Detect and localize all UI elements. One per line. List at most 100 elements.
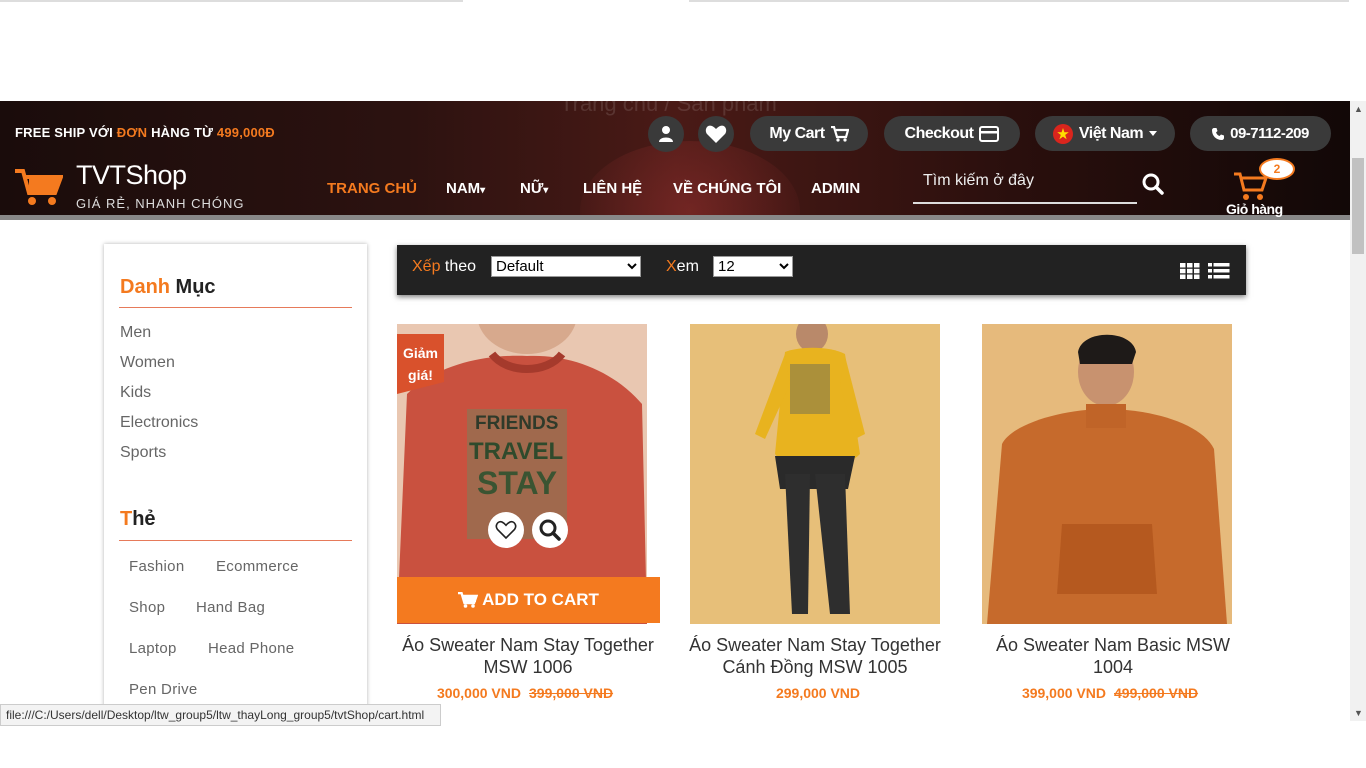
cart-icon [830,125,849,142]
add-to-cart-button[interactable]: ADD TO CART [397,577,660,623]
freeship-highlight: ĐƠN [116,125,148,140]
scroll-down-arrow-icon[interactable]: ▼ [1354,708,1363,718]
nav-contact[interactable]: LIÊN HỆ [583,180,642,197]
search-icon [1142,173,1164,195]
quick-view-button[interactable] [532,512,568,548]
language-selector[interactable]: Việt Nam [1035,116,1175,151]
category-divider [119,307,352,308]
language-label: Việt Nam [1078,124,1144,142]
category-item-men[interactable]: Men [120,324,151,342]
list-view-button[interactable] [1208,263,1230,279]
product-title-1[interactable]: Áo Sweater Nam Stay Together MSW 1006 [393,634,663,678]
wishlist-button[interactable] [698,116,734,152]
browser-status-bar: file:///C:/Users/dell/Desktop/ltw_group5… [0,704,441,726]
site-logo[interactable]: TVTShop GIÁ RẺ, NHANH CHÓNG [15,160,255,213]
tags-divider [119,540,352,541]
cart-icon [458,592,479,608]
grid-icon [1180,263,1200,279]
caret-down-icon: ▾ [543,185,549,196]
price-current: 399,000 VND [1021,685,1106,701]
cart-count-badge: 2 [1259,158,1295,180]
user-icon [659,126,673,142]
product-price-1: 300,000 VND 399,000 VND [390,685,660,701]
tag-hand-bag[interactable]: Hand Bag [196,599,265,616]
heart-icon [705,125,727,143]
nav-admin[interactable]: ADMIN [811,180,860,197]
nav-women[interactable]: NỮ▾ [520,180,548,197]
price-old: 499,000 VND [1114,685,1199,701]
phone-label: 09-7112-209 [1230,125,1309,142]
product-image-2[interactable] [690,324,940,624]
header-cart[interactable]: 2 Giỏ hàng [1226,158,1295,217]
brand-tvt: TVT [76,160,126,190]
tag-laptop[interactable]: Laptop [129,640,177,657]
credit-card-icon [979,125,1000,142]
category-item-sports[interactable]: Sports [120,444,166,462]
checkout-button[interactable]: Checkout [884,116,1020,151]
sort-label-accent: Xếp [412,258,441,275]
category-title-accent: Danh [120,276,170,298]
vertical-scrollbar[interactable]: ▲ ▼ [1350,101,1366,721]
search-icon [539,519,561,541]
product-image-3[interactable] [982,324,1232,624]
brand-shop: Shop [125,160,188,190]
grid-view-button[interactable] [1180,263,1200,279]
header-divider [0,215,1350,220]
category-title-rest: Mục [170,276,216,298]
heart-outline-icon [495,520,517,540]
nav-men-label: NAM [446,180,481,197]
show-label: Xem [666,258,699,276]
tags-title-rest: hẻ [132,508,156,530]
scroll-up-arrow-icon[interactable]: ▲ [1354,104,1363,114]
freeship-text: HÀNG TỪ [147,125,217,140]
my-cart-button[interactable]: My Cart [750,116,868,151]
category-title: Danh Mục [120,276,216,299]
product-title-3[interactable]: Áo Sweater Nam Basic MSW 1004 [978,634,1248,678]
phone-button[interactable]: 09-7112-209 [1190,116,1331,151]
nav-men[interactable]: NAM▾ [446,180,485,197]
search-button[interactable] [1140,172,1166,196]
scrollbar-thumb[interactable] [1352,158,1364,254]
sidebar: Danh Mục Men Women Kids Electronics Spor… [104,244,367,714]
brand-name: TVTShop [76,160,187,191]
tag-pen-drive[interactable]: Pen Drive [129,681,198,698]
svg-text:TRAVEL: TRAVEL [469,438,563,465]
product-price-3: 399,000 VND 499,000 VND [975,685,1245,701]
add-to-wishlist-button[interactable] [488,512,524,548]
top-divider [689,0,1349,2]
price-old: 399,000 VND [529,685,614,701]
tag-fashion[interactable]: Fashion [129,558,184,575]
header-background-photo [580,141,800,215]
top-divider [0,0,463,2]
list-icon [1208,263,1230,279]
sort-label-rest: theo [440,258,477,275]
tag-shop[interactable]: Shop [129,599,165,616]
tag-ecommerce[interactable]: Ecommerce [216,558,299,575]
tags-title-accent: T [120,508,133,530]
tag-head-phone[interactable]: Head Phone [208,640,294,657]
nav-about[interactable]: VỀ CHÚNG TÔI [673,180,781,197]
price-current: 300,000 VND [436,685,521,701]
sort-select[interactable]: Default [491,256,641,277]
add-to-cart-label: ADD TO CART [482,590,599,609]
per-page-select[interactable]: 12 [713,256,793,277]
sort-label: Xếp theo [412,258,476,276]
phone-icon [1212,127,1225,140]
caret-down-icon [1149,131,1158,136]
category-item-kids[interactable]: Kids [120,384,151,402]
caret-down-icon: ▾ [480,185,486,196]
account-button[interactable] [648,116,684,152]
show-label-rest: em [676,258,699,275]
svg-text:FRIENDS: FRIENDS [475,413,558,434]
search-input[interactable] [923,172,1123,190]
checkout-label: Checkout [904,124,974,142]
nav-home[interactable]: TRANG CHỦ [327,180,417,197]
top-blank-band [0,0,1366,101]
category-item-electronics[interactable]: Electronics [120,414,198,432]
product-title-2[interactable]: Áo Sweater Nam Stay Together Cánh Đồng M… [680,634,950,678]
category-item-women[interactable]: Women [120,354,175,372]
vietnam-flag-icon [1052,123,1073,144]
freeship-text: FREE SHIP VỚI [15,125,117,140]
shopping-cart-logo-icon [15,169,63,205]
search-box [913,166,1137,204]
